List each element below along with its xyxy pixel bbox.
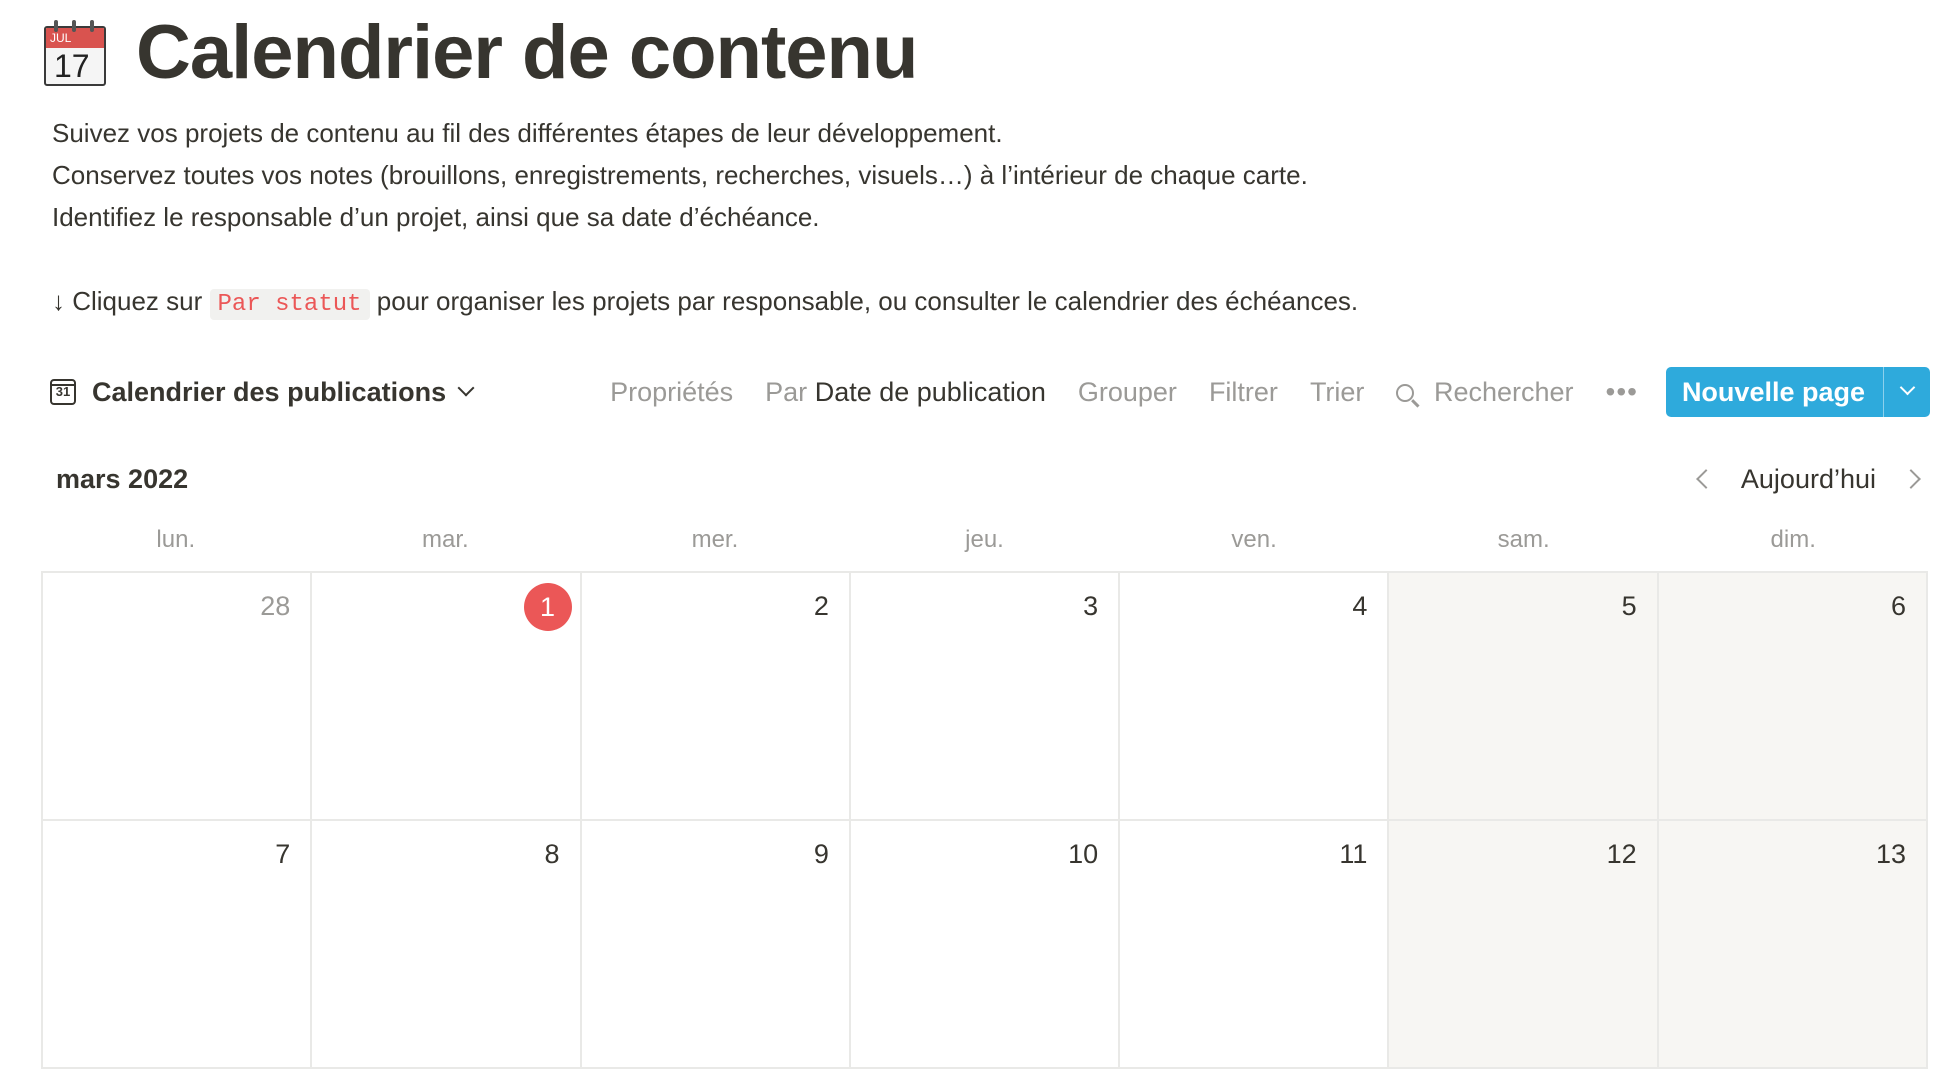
- calendar-grid: 28 1 2 3 4 5 6 7 8 9 10 11 12 13: [41, 571, 1928, 1069]
- page-title[interactable]: Calendrier de contenu: [136, 8, 918, 98]
- day-number: 6: [1890, 591, 1906, 621]
- view-name: Calendrier des publications: [92, 376, 447, 407]
- day-number: 9: [813, 839, 829, 869]
- calendar-view-icon: 31: [50, 379, 76, 405]
- day-number: 28: [260, 591, 291, 621]
- page-description: Suivez vos projets de contenu au fil des…: [52, 112, 1358, 326]
- group-button[interactable]: Grouper: [1078, 377, 1177, 408]
- new-page-button-group: Nouvelle page: [1665, 367, 1930, 417]
- day-cell[interactable]: 9: [581, 821, 851, 1069]
- calendar-icon-day: 17: [54, 48, 90, 84]
- calendar-header: mars 2022 Aujourd’hui: [56, 458, 1930, 500]
- calendar-by-button[interactable]: Par Date de publication: [765, 377, 1046, 408]
- hint-suffix: pour organiser les projets par responsab…: [376, 286, 1359, 316]
- calendar-icon-rings: [54, 20, 94, 32]
- day-cell-today[interactable]: 1: [312, 573, 582, 821]
- filter-button[interactable]: Filtrer: [1209, 377, 1278, 408]
- chevron-down-icon: [457, 379, 475, 397]
- weekday-label: sam.: [1497, 526, 1550, 553]
- calendar-icon[interactable]: JUL 17: [40, 18, 108, 88]
- weekday-label: jeu.: [965, 526, 1004, 553]
- calendar-nav: Aujourd’hui: [1696, 464, 1930, 495]
- description-line: Identifiez le responsable d’un projet, a…: [52, 202, 820, 232]
- today-button[interactable]: Aujourd’hui: [1741, 464, 1876, 495]
- day-cell-weekend[interactable]: 13: [1658, 821, 1928, 1069]
- weekday-label: lun.: [156, 526, 196, 553]
- search-icon: [1396, 384, 1415, 403]
- properties-button[interactable]: Propriétés: [610, 377, 733, 408]
- search-label: Rechercher: [1433, 376, 1574, 407]
- toolbar-actions: Propriétés Par Date de publication Group…: [610, 367, 1930, 417]
- hint-prefix: ↓ Cliquez sur: [52, 286, 203, 316]
- search-button[interactable]: Rechercher: [1396, 376, 1574, 408]
- day-number: 10: [1068, 839, 1099, 869]
- day-number: 12: [1606, 839, 1637, 869]
- chevron-left-icon[interactable]: [1696, 469, 1716, 489]
- chevron-right-icon[interactable]: [1901, 469, 1921, 489]
- weekday-label: mer.: [691, 526, 739, 553]
- sort-button[interactable]: Trier: [1310, 377, 1365, 408]
- weekday-label: dim.: [1770, 526, 1816, 553]
- day-cell-weekend[interactable]: 12: [1389, 821, 1659, 1069]
- page-header: JUL 17 Calendrier de contenu: [40, 8, 918, 98]
- day-cell[interactable]: 28: [43, 573, 313, 821]
- calendar-by-value: Date de publication: [814, 376, 1046, 407]
- new-page-dropdown-chevron-icon[interactable]: [1883, 367, 1930, 417]
- description-hint: ↓ Cliquez sur Par statut pour organiser …: [52, 280, 1358, 326]
- description-line: Suivez vos projets de contenu au fil des…: [52, 118, 1003, 148]
- day-number: 13: [1875, 839, 1906, 869]
- day-number: 8: [544, 839, 560, 869]
- view-switcher[interactable]: 31 Calendrier des publications: [50, 376, 475, 408]
- day-cell[interactable]: 11: [1120, 821, 1390, 1069]
- new-page-button[interactable]: Nouvelle page: [1666, 367, 1883, 417]
- day-cell[interactable]: 8: [312, 821, 582, 1069]
- more-icon[interactable]: •••: [1606, 376, 1638, 408]
- day-cell[interactable]: 2: [581, 573, 851, 821]
- month-label: mars 2022: [56, 463, 189, 494]
- weekday-label: mar.: [422, 526, 469, 553]
- day-number: 7: [275, 839, 291, 869]
- today-day-number: 1: [523, 583, 572, 631]
- weekday-header: lun. mar. mer. jeu. ven. sam. dim.: [41, 520, 1928, 560]
- day-cell[interactable]: 10: [850, 821, 1121, 1069]
- database-toolbar: 31 Calendrier des publications Propriété…: [50, 366, 1930, 418]
- day-number: 5: [1621, 591, 1637, 621]
- day-cell[interactable]: 7: [43, 821, 313, 1069]
- calendar-icon-page: JUL 17: [44, 26, 106, 86]
- day-cell[interactable]: 3: [850, 573, 1121, 821]
- calendar-by-prefix: Par: [765, 376, 808, 407]
- day-number: 2: [813, 591, 829, 621]
- description-line: Conservez toutes vos notes (brouillons, …: [52, 160, 1308, 190]
- day-cell[interactable]: 4: [1120, 573, 1390, 821]
- day-number: 4: [1352, 591, 1368, 621]
- day-number: 11: [1339, 839, 1368, 869]
- day-number: 3: [1083, 591, 1099, 621]
- day-cell-weekend[interactable]: 6: [1658, 573, 1928, 821]
- hint-code-chip: Par statut: [209, 289, 370, 320]
- weekday-label: ven.: [1231, 526, 1277, 553]
- day-cell-weekend[interactable]: 5: [1389, 573, 1659, 821]
